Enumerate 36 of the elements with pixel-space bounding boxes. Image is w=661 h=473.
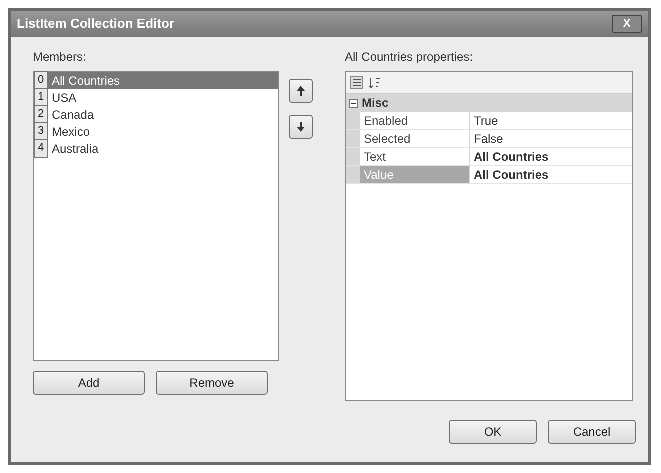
down-arrow-icon — [297, 122, 305, 132]
index-label: 4 — [34, 139, 48, 158]
list-button[interactable]: Remove — [156, 371, 268, 395]
categorized-icon[interactable] — [350, 76, 364, 90]
window-title: ListItem Collection Editor — [17, 15, 174, 34]
row-margin — [346, 112, 360, 129]
member-item[interactable]: 4 Australia — [34, 140, 278, 157]
property-value[interactable]: All Countries — [470, 148, 553, 165]
sort-icon[interactable] — [368, 76, 382, 90]
list-button[interactable]: Add — [33, 371, 145, 395]
category-label: Misc — [362, 95, 389, 112]
property-name[interactable]: Text — [360, 148, 470, 165]
close-button[interactable]: X — [612, 15, 642, 33]
members-label: Members: — [33, 49, 88, 66]
property-value[interactable]: All Countries — [470, 166, 553, 183]
property-value[interactable]: False — [470, 130, 508, 147]
property-name[interactable]: Enabled — [360, 112, 470, 129]
properties-label: All Countries properties: — [345, 49, 474, 66]
row-margin — [346, 148, 360, 165]
dialog-button[interactable]: Cancel — [548, 420, 636, 444]
row-margin — [346, 130, 360, 147]
dialog-button[interactable]: OK — [449, 420, 537, 444]
member-name: Canada — [52, 106, 94, 124]
member-name: Australia — [52, 140, 99, 158]
member-name: All Countries — [52, 72, 120, 90]
category-row[interactable]: Misc — [346, 94, 632, 112]
member-name: USA — [52, 90, 77, 106]
member-item[interactable]: 0 All Countries — [34, 72, 278, 89]
move-down-button[interactable] — [289, 115, 313, 139]
row-margin — [346, 166, 360, 183]
collapse-icon[interactable] — [349, 98, 358, 108]
move-up-button[interactable] — [289, 79, 313, 103]
member-name: Mexico — [52, 124, 90, 140]
property-value[interactable]: True — [470, 112, 502, 129]
up-arrow-icon — [297, 86, 305, 96]
property-name[interactable]: Selected — [360, 130, 470, 147]
